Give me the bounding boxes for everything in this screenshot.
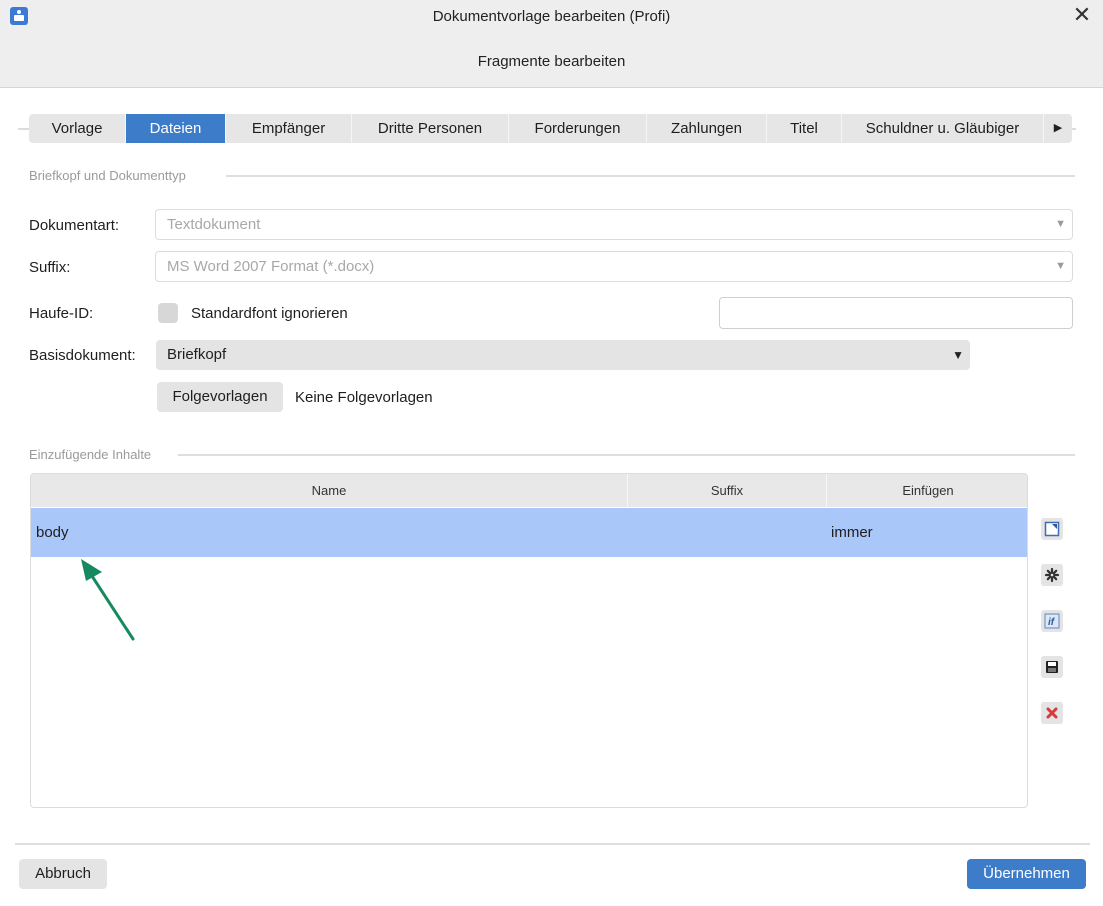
tab-schuldner-glaeubiger[interactable]: Schuldner u. Gläubiger (842, 114, 1044, 143)
tabs-scroll-right-icon[interactable]: ▶ (1044, 114, 1072, 143)
tab-vorlage[interactable]: Vorlage (29, 114, 126, 143)
cell-einfuegen: immer (831, 524, 873, 541)
suffix-value: MS Word 2007 Format (*.docx) (167, 258, 375, 275)
tab-bar: Vorlage Dateien Empfänger Dritte Persone… (29, 114, 1072, 143)
dialog-subtitle: Fragmente bearbeiten (477, 53, 626, 70)
section-rule (226, 175, 1075, 177)
basisdokument-value: Briefkopf (167, 346, 227, 363)
column-header-einfuegen[interactable]: Einfügen (827, 474, 1027, 507)
section-rule (178, 454, 1075, 456)
gear-icon[interactable] (1041, 564, 1063, 586)
title-bar: Dokumentvorlage bearbeiten (Profi) ✕ Fra… (0, 0, 1103, 88)
haufe-id-label: Haufe-ID: (29, 305, 94, 322)
basisdokument-select[interactable]: Briefkopf ▼ (156, 340, 970, 370)
suffix-select: MS Word 2007 Format (*.docx) ▼ (155, 251, 1073, 282)
suffix-label: Suffix: (29, 259, 71, 276)
cell-name: body (36, 524, 69, 541)
tab-titel[interactable]: Titel (767, 114, 842, 143)
tab-empfaenger[interactable]: Empfänger (226, 114, 352, 143)
window-title: Dokumentvorlage bearbeiten (Profi) (432, 8, 671, 25)
tab-zahlungen[interactable]: Zahlungen (647, 114, 767, 143)
tab-forderungen[interactable]: Forderungen (509, 114, 647, 143)
dokumentart-value: Textdokument (167, 216, 261, 233)
inhalte-table: Name Suffix Einfügen body immer (30, 473, 1028, 808)
chevron-down-icon: ▼ (1055, 218, 1066, 230)
table-header: Name Suffix Einfügen (31, 474, 1027, 507)
delete-icon[interactable] (1041, 702, 1063, 724)
apply-button[interactable]: Übernehmen (967, 859, 1086, 889)
edit-icon[interactable] (1041, 518, 1063, 540)
column-header-suffix[interactable]: Suffix (628, 474, 827, 507)
footer-divider (15, 843, 1090, 845)
tab-dateien[interactable]: Dateien (126, 114, 226, 143)
folgevorlagen-status: Keine Folgevorlagen (295, 389, 433, 406)
dokumentart-label: Dokumentart: (29, 217, 120, 234)
section-header-inhalte: Einzufügende Inhalte (29, 447, 152, 462)
tab-dritte-personen[interactable]: Dritte Personen (352, 114, 509, 143)
dokumentart-select: Textdokument ▼ (155, 209, 1073, 240)
close-button[interactable]: ✕ (1069, 3, 1095, 29)
if-condition-icon[interactable]: if (1041, 610, 1063, 632)
folgevorlagen-button[interactable]: Folgevorlagen (157, 382, 283, 412)
standardfont-checkbox[interactable] (158, 303, 178, 323)
chevron-down-icon: ▼ (1055, 260, 1066, 272)
standardfont-label: Standardfont ignorieren (191, 305, 348, 322)
basisdokument-label: Basisdokument: (29, 347, 136, 364)
column-header-name[interactable]: Name (31, 474, 628, 507)
chevron-down-icon: ▼ (952, 348, 964, 362)
table-row[interactable]: body immer (31, 508, 1027, 557)
section-header-briefkopf: Briefkopf und Dokumenttyp (29, 168, 186, 183)
save-icon[interactable] (1041, 656, 1063, 678)
annotation-arrow-icon (81, 559, 135, 641)
cancel-button[interactable]: Abbruch (19, 859, 107, 889)
haufe-id-input[interactable] (719, 297, 1073, 329)
